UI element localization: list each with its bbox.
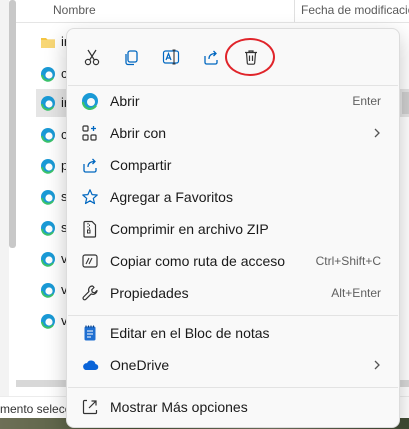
menu-item-label: Copiar como ruta de acceso <box>110 253 286 269</box>
quick-actions-bar <box>67 29 399 85</box>
menu-item-shortcut: Alt+Enter <box>331 286 381 300</box>
menu-item-edit-notepad[interactable]: Editar en el Bloc de notas <box>71 317 395 349</box>
more-options-icon <box>81 398 99 416</box>
menu-item-share[interactable]: Compartir <box>71 149 395 181</box>
menu-item-shortcut: Enter <box>352 94 381 108</box>
chevron-right-icon <box>374 128 380 138</box>
context-menu: Abrir Enter Abrir con Compartir Agregar … <box>66 28 400 428</box>
menu-item-shortcut: Ctrl+Shift+C <box>315 254 381 268</box>
content-scrollbar[interactable] <box>402 92 409 114</box>
menu-item-copy-path[interactable]: Copiar como ruta de acceso Ctrl+Shift+C <box>71 245 395 277</box>
scissors-icon <box>84 49 100 66</box>
menu-item-onedrive[interactable]: OneDrive <box>71 349 395 381</box>
menu-item-label: Agregar a Favoritos <box>110 189 233 205</box>
cloud-icon <box>81 356 99 374</box>
delete-highlight-annotation <box>225 38 275 76</box>
menu-item-add-favorites[interactable]: Agregar a Favoritos <box>71 181 395 213</box>
share-button[interactable] <box>195 41 227 73</box>
column-header-name[interactable]: Nombre <box>53 3 96 17</box>
copy-icon <box>125 50 138 66</box>
column-header-date[interactable]: Fecha de modificación <box>301 3 409 17</box>
share-icon <box>204 50 218 65</box>
edge-icon <box>41 314 55 329</box>
rename-button[interactable] <box>155 41 187 73</box>
menu-item-label: Compartir <box>110 157 172 173</box>
edge-icon <box>41 67 55 82</box>
menu-item-label: Mostrar Más opciones <box>110 399 248 415</box>
edge-icon <box>41 159 55 174</box>
copy-button[interactable] <box>115 41 147 73</box>
menu-item-label: Abrir con <box>110 125 167 141</box>
menu-separator <box>68 315 398 316</box>
edge-icon <box>41 190 55 205</box>
zip-icon <box>81 220 99 238</box>
folder-icon <box>41 38 55 48</box>
menu-item-compress-zip[interactable]: Comprimir en archivo ZIP <box>71 213 395 245</box>
rename-icon <box>162 49 180 65</box>
menu-item-label: Propiedades <box>110 285 189 301</box>
share-icon <box>81 156 99 174</box>
edge-icon <box>41 252 55 267</box>
edge-icon <box>41 283 55 298</box>
menu-item-label: OneDrive <box>110 357 170 373</box>
edge-icon <box>81 92 99 110</box>
open-with-icon <box>81 124 99 142</box>
column-headers: Nombre Fecha de modificación <box>16 0 409 23</box>
star-icon <box>81 188 99 206</box>
menu-item-open[interactable]: Abrir Enter <box>71 85 395 117</box>
edge-icon <box>41 128 55 143</box>
column-divider[interactable] <box>294 0 295 22</box>
cut-button[interactable] <box>76 41 108 73</box>
copy-path-icon <box>81 252 99 270</box>
menu-separator <box>68 387 398 388</box>
status-text: mento selecci <box>0 402 74 416</box>
menu-item-show-more-options[interactable]: Mostrar Más opciones <box>71 391 395 423</box>
notepad-icon <box>81 324 99 342</box>
edge-icon <box>41 96 55 111</box>
navigation-pane[interactable] <box>0 0 9 400</box>
menu-item-open-with[interactable]: Abrir con <box>71 117 395 149</box>
menu-item-label: Comprimir en archivo ZIP <box>110 221 269 237</box>
chevron-right-icon <box>374 360 380 370</box>
menu-item-properties[interactable]: Propiedades Alt+Enter <box>71 277 395 309</box>
edge-icon <box>41 221 55 236</box>
menu-item-label: Editar en el Bloc de notas <box>110 325 270 341</box>
navigation-scrollbar[interactable] <box>9 0 16 248</box>
menu-item-label: Abrir <box>110 93 140 109</box>
wrench-icon <box>81 284 99 302</box>
